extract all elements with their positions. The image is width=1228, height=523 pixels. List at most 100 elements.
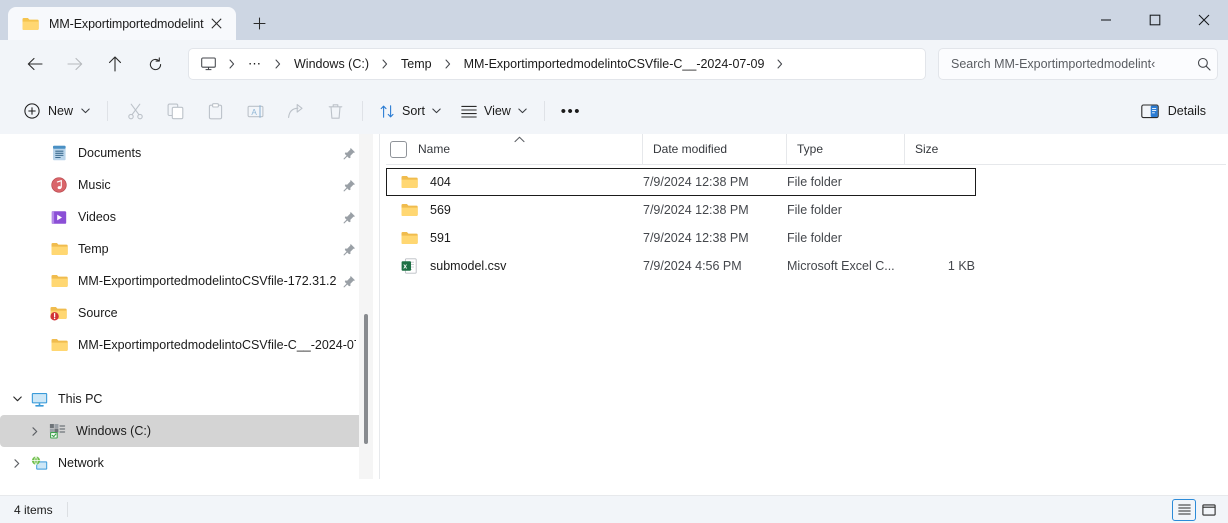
address-bar-row: ⋯ Windows (C:) Temp MM-Exportimportedmod… bbox=[0, 40, 1228, 88]
pin-icon[interactable] bbox=[343, 275, 356, 288]
up-button[interactable] bbox=[96, 47, 134, 81]
column-header-size[interactable]: Size bbox=[904, 134, 988, 164]
pin-icon[interactable] bbox=[343, 211, 356, 224]
column-header-type[interactable]: Type bbox=[786, 134, 904, 164]
tab-strip: MM-Exportimportedmodelint bbox=[0, 0, 278, 40]
close-button[interactable] bbox=[1179, 0, 1228, 40]
new-button-label: New bbox=[48, 104, 73, 118]
column-headers: Name Date modified Type Size bbox=[386, 134, 1226, 165]
forward-button[interactable] bbox=[56, 47, 94, 81]
sidebar-item-temp[interactable]: Temp bbox=[0, 233, 364, 265]
sidebar-item-network[interactable]: Network bbox=[0, 447, 364, 479]
sidebar-item-music[interactable]: Music bbox=[0, 169, 364, 201]
file-name-label: 591 bbox=[430, 231, 451, 245]
copy-button[interactable] bbox=[155, 95, 195, 127]
column-header-name[interactable]: Name bbox=[386, 134, 642, 164]
sort-ascending-icon bbox=[514, 135, 525, 145]
music-icon bbox=[48, 177, 70, 193]
new-tab-button[interactable] bbox=[242, 7, 278, 40]
minimize-button[interactable] bbox=[1081, 0, 1130, 40]
breadcrumb-item-temp[interactable]: Temp bbox=[397, 54, 436, 74]
refresh-button[interactable] bbox=[136, 47, 174, 81]
large-icons-view-button[interactable] bbox=[1198, 500, 1220, 520]
folder-icon bbox=[48, 242, 70, 256]
cell-name: 569 bbox=[387, 197, 643, 223]
table-row[interactable]: 4047/9/2024 12:38 PMFile folder bbox=[386, 168, 976, 196]
drive-icon bbox=[46, 423, 68, 439]
search-icon[interactable] bbox=[1193, 57, 1211, 71]
chevron-right-icon[interactable] bbox=[24, 427, 46, 436]
breadcrumb-overflow-button[interactable]: ⋯ bbox=[244, 56, 266, 72]
breadcrumb-item-windows-c[interactable]: Windows (C:) bbox=[290, 54, 373, 74]
rename-button[interactable]: A bbox=[235, 95, 275, 127]
sidebar-item-label: MM-ExportimportedmodelintoCSVfile-172.31… bbox=[78, 274, 337, 288]
delete-button[interactable] bbox=[315, 95, 355, 127]
breadcrumb-chevron-icon bbox=[373, 59, 397, 69]
folder-icon bbox=[48, 274, 70, 288]
sidebar-item-mm-exportimportedmodelintocsvfile-c-2024[interactable]: MM-ExportimportedmodelintoCSVfile-C__-20… bbox=[0, 329, 364, 361]
tab-active[interactable]: MM-Exportimportedmodelint bbox=[8, 7, 236, 40]
pin-icon[interactable] bbox=[343, 147, 356, 160]
cell-date-modified: 7/9/2024 4:56 PM bbox=[643, 253, 787, 279]
folder-icon bbox=[399, 175, 419, 189]
sidebar-item-documents[interactable]: Documents bbox=[0, 137, 364, 169]
breadcrumb[interactable]: ⋯ Windows (C:) Temp MM-Exportimportedmod… bbox=[188, 48, 926, 80]
table-row[interactable]: 5917/9/2024 12:38 PMFile folder bbox=[386, 224, 976, 252]
cell-name: 404 bbox=[387, 169, 643, 195]
pin-icon[interactable] bbox=[343, 179, 356, 192]
file-list-pane: Name Date modified Type Size 4047/9/2024… bbox=[380, 134, 1228, 479]
search-box[interactable]: Search MM-Exportimportedmodelint‹ bbox=[938, 48, 1218, 80]
view-button[interactable]: View bbox=[451, 95, 537, 127]
chevron-right-icon[interactable] bbox=[6, 459, 28, 468]
sort-icon bbox=[380, 104, 395, 119]
file-name-label: submodel.csv bbox=[430, 259, 506, 273]
chevron-down-icon bbox=[432, 106, 441, 116]
view-button-label: View bbox=[484, 104, 511, 118]
pin-icon[interactable] bbox=[343, 243, 356, 256]
sidebar-item-windows-c[interactable]: Windows (C:) bbox=[0, 415, 364, 447]
cell-size bbox=[905, 225, 989, 251]
table-row[interactable]: xsubmodel.csv7/9/2024 4:56 PMMicrosoft E… bbox=[386, 252, 976, 280]
search-input[interactable]: Search MM-Exportimportedmodelint‹ bbox=[951, 57, 1193, 71]
back-button[interactable] bbox=[16, 47, 54, 81]
sidebar-scrollbar[interactable] bbox=[359, 134, 373, 479]
sidebar-item-source[interactable]: Source bbox=[0, 297, 364, 329]
column-header-date-modified[interactable]: Date modified bbox=[642, 134, 786, 164]
share-button[interactable] bbox=[275, 95, 315, 127]
new-button[interactable]: New bbox=[14, 95, 100, 127]
view-list-icon bbox=[461, 105, 477, 118]
folder-icon bbox=[22, 17, 39, 31]
breadcrumb-item-current-folder[interactable]: MM-ExportimportedmodelintoCSVfile-C__-20… bbox=[460, 54, 769, 74]
column-header-name-label: Name bbox=[418, 142, 450, 156]
cell-type: File folder bbox=[787, 225, 905, 251]
details-pane-button[interactable]: Details bbox=[1131, 95, 1216, 127]
folder-alert-icon bbox=[48, 306, 70, 321]
breadcrumb-chevron-icon[interactable] bbox=[768, 59, 792, 69]
sidebar-item-videos[interactable]: Videos bbox=[0, 201, 364, 233]
table-row[interactable]: 5697/9/2024 12:38 PMFile folder bbox=[386, 196, 976, 224]
chevron-down-icon bbox=[518, 106, 527, 116]
view-toggle-group bbox=[1172, 499, 1220, 521]
paste-button[interactable] bbox=[195, 95, 235, 127]
chevron-down-icon[interactable] bbox=[6, 396, 28, 402]
close-tab-icon[interactable] bbox=[204, 11, 230, 37]
cell-size: 1 KB bbox=[905, 253, 989, 279]
svg-text:x: x bbox=[403, 263, 407, 270]
cut-button[interactable] bbox=[115, 95, 155, 127]
cell-name: x submodel.csv bbox=[387, 253, 643, 279]
cell-type: File folder bbox=[787, 197, 905, 223]
details-view-button[interactable] bbox=[1172, 499, 1196, 521]
maximize-button[interactable] bbox=[1130, 0, 1179, 40]
documents-icon bbox=[48, 145, 70, 161]
select-all-checkbox[interactable] bbox=[390, 141, 407, 158]
csv-icon: x bbox=[399, 258, 419, 274]
sort-button[interactable]: Sort bbox=[370, 95, 451, 127]
folder-icon bbox=[399, 231, 419, 245]
more-options-button[interactable]: ••• bbox=[552, 95, 590, 127]
folder-icon bbox=[399, 203, 419, 217]
sidebar-item-this-pc[interactable]: This PC bbox=[0, 383, 364, 415]
file-list: 4047/9/2024 12:38 PMFile folder5697/9/20… bbox=[386, 165, 1228, 280]
chevron-down-icon bbox=[81, 106, 90, 116]
sidebar-scrollbar-thumb[interactable] bbox=[364, 314, 368, 444]
sidebar-item-mm-exportimportedmodelintocsvfile-172-31[interactable]: MM-ExportimportedmodelintoCSVfile-172.31… bbox=[0, 265, 364, 297]
